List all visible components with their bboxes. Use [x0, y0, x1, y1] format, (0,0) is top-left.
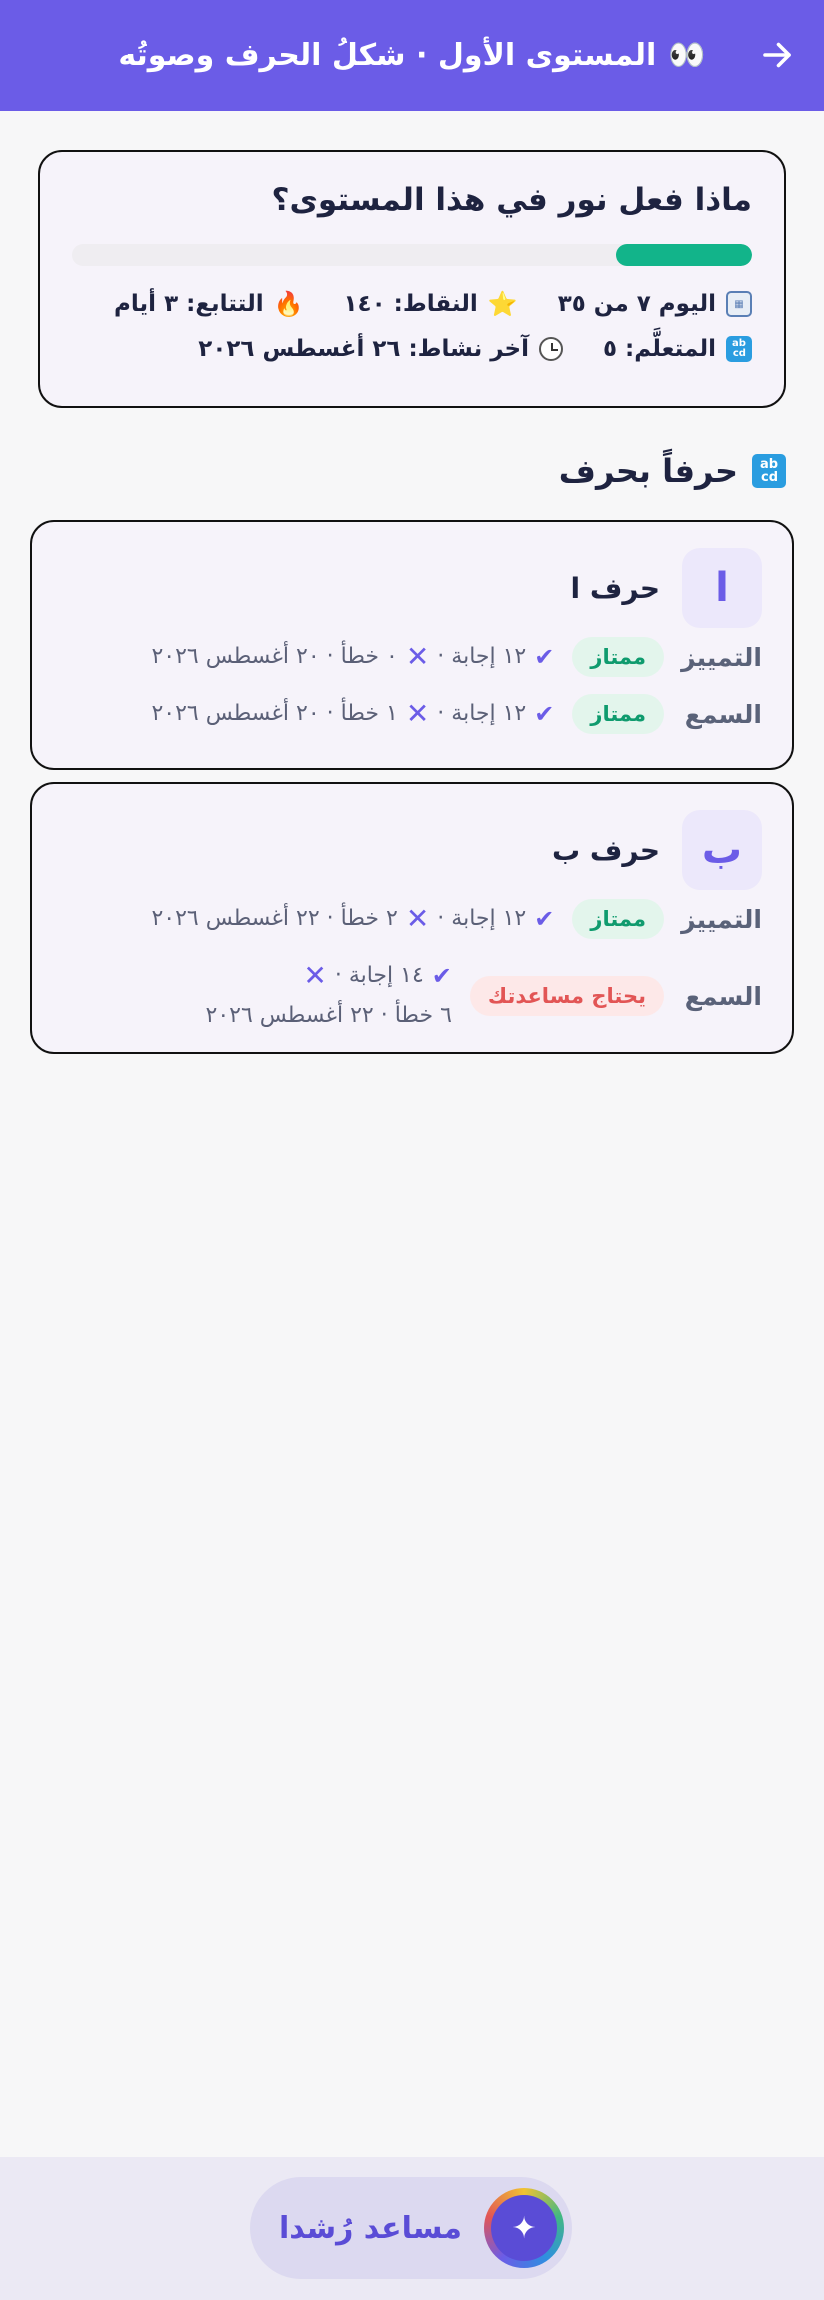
app-header: 👀 المستوى الأول · شكلُ الحرف وصوتُه	[0, 0, 824, 111]
calendar-icon: ▦	[726, 291, 752, 317]
stat-streak: 🔥 التتابع: ٣ أيام	[114, 290, 303, 318]
skill-mistakes: ٢ خطأ · ٢٢ أغسطس ٢٠٢٦	[151, 906, 398, 931]
stat-last-active: آخر نشاط: ٢٦ أغسطس ٢٠٢٦	[198, 336, 563, 362]
summary-title: ماذا فعل نور في هذا المستوى؟	[271, 182, 753, 218]
skill-name: التمييز	[681, 642, 762, 672]
letter-glyph: ب	[682, 810, 762, 890]
letter-name: حرف ب	[551, 833, 660, 867]
letter-card-alif[interactable]: ا حرف ا التمييز ممتاز ✔ ١٢ إجابة · ✕ ٠ خ…	[30, 520, 794, 770]
skill-name: التمييز	[681, 904, 762, 934]
level-progress-bar	[72, 244, 752, 266]
level-summary-card: ماذا فعل نور في هذا المستوى؟ ▦ اليوم ٧ م…	[38, 150, 786, 408]
eyes-icon: 👀	[668, 38, 706, 73]
cross-icon: ✕	[303, 959, 327, 992]
skill-row: التمييز ممتاز ✔ ١٢ إجابة · ✕ ٠ خطأ · ٢٠ …	[62, 637, 762, 677]
skill-answers: ١٤ إجابة ·	[334, 963, 424, 988]
bottom-bar: ✦ مساعد رُشدا	[0, 2157, 824, 2300]
skill-mistakes: ٦ خطأ · ٢٢ أغسطس ٢٠٢٦	[205, 1003, 452, 1028]
status-badge: يحتاج مساعدتك	[469, 976, 664, 1016]
letter-card-header: ب حرف ب	[552, 810, 762, 890]
skill-answers: ١٢ إجابة ·	[437, 906, 527, 931]
assistant-button[interactable]: ✦ مساعد رُشدا	[250, 2177, 572, 2279]
check-icon: ✔	[534, 643, 555, 671]
assistant-avatar: ✦	[484, 2188, 564, 2268]
cross-icon: ✕	[405, 902, 430, 935]
page-title: 👀 المستوى الأول · شكلُ الحرف وصوتُه	[118, 38, 705, 73]
letter-card-ba[interactable]: ب حرف ب التمييز ممتاز ✔ ١٢ إجابة · ✕ ٢ خ…	[30, 782, 794, 1054]
skill-mistakes: ١ خطأ · ٢٠ أغسطس ٢٠٢٦	[151, 701, 398, 726]
stat-day-text: اليوم ٧ من ٣٥	[557, 291, 716, 317]
assistant-label: مساعد رُشدا	[278, 2210, 462, 2246]
cross-icon: ✕	[405, 640, 430, 673]
status-badge: ممتاز	[572, 899, 664, 939]
stat-last-active-text: آخر نشاط: ٢٦ أغسطس ٢٠٢٦	[198, 336, 529, 362]
skill-row: السمع يحتاج مساعدتك ✔ ١٤ إجابة · ✕ ٦ خطأ…	[62, 960, 763, 1032]
stats-row-2: ab cd المتعلَّم: ٥ آخر نشاط: ٢٦ أغسطس ٢٠٢…	[72, 336, 752, 362]
stat-points: ⭐ النقاط: ١٤٠	[344, 290, 518, 318]
skill-row: التمييز ممتاز ✔ ١٢ إجابة · ✕ ٢ خطأ · ٢٢ …	[62, 899, 762, 939]
status-badge: ممتاز	[572, 637, 664, 677]
section-title-text: حرفاً بحرف	[558, 452, 738, 490]
section-title: ab cd حرفاً بحرف	[559, 452, 786, 490]
skill-row: السمع ممتاز ✔ ١٢ إجابة · ✕ ١ خطأ · ٢٠ أغ…	[62, 694, 762, 734]
check-icon: ✔	[534, 700, 555, 728]
skill-mistakes: ٠ خطأ · ٢٠ أغسطس ٢٠٢٦	[151, 644, 398, 669]
stat-streak-text: التتابع: ٣ أيام	[114, 291, 264, 317]
abcd-icon: ab cd	[752, 454, 786, 488]
back-button[interactable]	[752, 30, 802, 80]
level-progress-fill	[616, 244, 752, 266]
skill-detail: ✔ ١٢ إجابة · ✕ ٢ خطأ · ٢٢ أغسطس ٢٠٢٦	[151, 903, 554, 935]
letter-card-header: ا حرف ا	[571, 548, 762, 628]
skill-answers: ١٢ إجابة ·	[437, 701, 527, 726]
check-icon: ✔	[534, 905, 555, 933]
check-icon: ✔	[431, 962, 452, 990]
letter-glyph: ا	[682, 548, 762, 628]
skill-name: السمع	[684, 981, 762, 1011]
skill-answers: ١٢ إجابة ·	[437, 644, 527, 669]
skill-name: السمع	[684, 699, 762, 729]
cross-icon: ✕	[405, 697, 430, 730]
fire-icon: 🔥	[273, 290, 304, 318]
stat-points-text: النقاط: ١٤٠	[343, 291, 478, 317]
clock-icon	[539, 337, 563, 361]
letter-name: حرف ا	[570, 571, 660, 605]
page-title-text: المستوى الأول · شكلُ الحرف وصوتُه	[118, 38, 657, 73]
skill-detail: ✔ ١٤ إجابة · ✕ ٦ خطأ · ٢٢ أغسطس ٢٠٢٦	[112, 960, 452, 1032]
stat-day: ▦ اليوم ٧ من ٣٥	[558, 291, 752, 317]
stats-row-1: ▦ اليوم ٧ من ٣٥ ⭐ النقاط: ١٤٠ 🔥 التتابع:…	[72, 290, 752, 318]
status-badge: ممتاز	[572, 694, 664, 734]
star-icon: ⭐	[487, 290, 518, 318]
skill-detail: ✔ ١٢ إجابة · ✕ ١ خطأ · ٢٠ أغسطس ٢٠٢٦	[151, 698, 554, 730]
arrow-right-icon	[763, 42, 791, 68]
abcd-icon: ab cd	[726, 336, 752, 362]
sparkle-icon: ✦	[491, 2195, 557, 2261]
skill-detail: ✔ ١٢ إجابة · ✕ ٠ خطأ · ٢٠ أغسطس ٢٠٢٦	[151, 641, 554, 673]
stat-learned-text: المتعلَّم: ٥	[603, 336, 716, 362]
stat-learned: ab cd المتعلَّم: ٥	[603, 336, 752, 362]
